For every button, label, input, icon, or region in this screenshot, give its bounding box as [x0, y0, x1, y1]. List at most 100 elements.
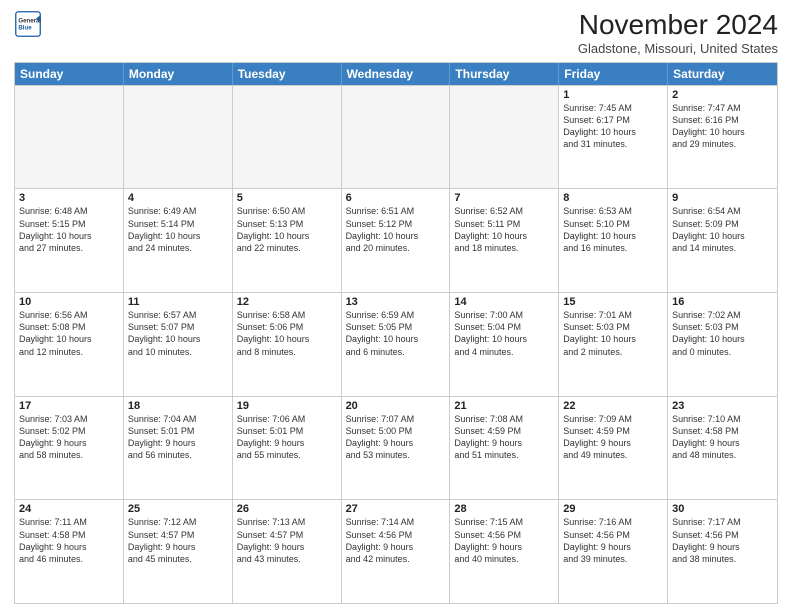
day-info: Sunrise: 7:12 AM Sunset: 4:57 PM Dayligh…	[128, 516, 228, 565]
calendar-cell-2-2: 12Sunrise: 6:58 AM Sunset: 5:06 PM Dayli…	[233, 293, 342, 396]
day-number: 20	[346, 400, 446, 412]
day-info: Sunrise: 6:58 AM Sunset: 5:06 PM Dayligh…	[237, 309, 337, 358]
day-number: 25	[128, 503, 228, 515]
month-title: November 2024	[578, 10, 778, 41]
day-number: 14	[454, 296, 554, 308]
calendar-cell-0-6: 2Sunrise: 7:47 AM Sunset: 6:16 PM Daylig…	[668, 86, 777, 189]
day-info: Sunrise: 6:48 AM Sunset: 5:15 PM Dayligh…	[19, 205, 119, 254]
day-info: Sunrise: 6:57 AM Sunset: 5:07 PM Dayligh…	[128, 309, 228, 358]
day-number: 17	[19, 400, 119, 412]
day-info: Sunrise: 7:11 AM Sunset: 4:58 PM Dayligh…	[19, 516, 119, 565]
title-block: November 2024 Gladstone, Missouri, Unite…	[578, 10, 778, 56]
day-number: 10	[19, 296, 119, 308]
calendar-row-1: 3Sunrise: 6:48 AM Sunset: 5:15 PM Daylig…	[15, 188, 777, 292]
day-info: Sunrise: 6:53 AM Sunset: 5:10 PM Dayligh…	[563, 205, 663, 254]
calendar-cell-1-3: 6Sunrise: 6:51 AM Sunset: 5:12 PM Daylig…	[342, 189, 451, 292]
day-info: Sunrise: 7:16 AM Sunset: 4:56 PM Dayligh…	[563, 516, 663, 565]
day-number: 23	[672, 400, 773, 412]
calendar-cell-3-0: 17Sunrise: 7:03 AM Sunset: 5:02 PM Dayli…	[15, 397, 124, 500]
calendar-cell-0-4	[450, 86, 559, 189]
day-info: Sunrise: 7:03 AM Sunset: 5:02 PM Dayligh…	[19, 413, 119, 462]
calendar-cell-0-0	[15, 86, 124, 189]
weekday-header-tuesday: Tuesday	[233, 63, 342, 85]
calendar-row-2: 10Sunrise: 6:56 AM Sunset: 5:08 PM Dayli…	[15, 292, 777, 396]
day-info: Sunrise: 6:59 AM Sunset: 5:05 PM Dayligh…	[346, 309, 446, 358]
day-number: 7	[454, 192, 554, 204]
day-number: 4	[128, 192, 228, 204]
day-info: Sunrise: 7:00 AM Sunset: 5:04 PM Dayligh…	[454, 309, 554, 358]
day-number: 29	[563, 503, 663, 515]
page: General Blue November 2024 Gladstone, Mi…	[0, 0, 792, 612]
day-info: Sunrise: 7:14 AM Sunset: 4:56 PM Dayligh…	[346, 516, 446, 565]
day-number: 3	[19, 192, 119, 204]
day-info: Sunrise: 6:52 AM Sunset: 5:11 PM Dayligh…	[454, 205, 554, 254]
day-number: 9	[672, 192, 773, 204]
day-info: Sunrise: 7:09 AM Sunset: 4:59 PM Dayligh…	[563, 413, 663, 462]
day-info: Sunrise: 7:10 AM Sunset: 4:58 PM Dayligh…	[672, 413, 773, 462]
calendar-cell-4-4: 28Sunrise: 7:15 AM Sunset: 4:56 PM Dayli…	[450, 500, 559, 603]
logo-icon: General Blue	[14, 10, 42, 38]
day-number: 21	[454, 400, 554, 412]
calendar-cell-1-0: 3Sunrise: 6:48 AM Sunset: 5:15 PM Daylig…	[15, 189, 124, 292]
day-number: 11	[128, 296, 228, 308]
day-info: Sunrise: 6:51 AM Sunset: 5:12 PM Dayligh…	[346, 205, 446, 254]
day-number: 1	[563, 89, 663, 101]
calendar-row-4: 24Sunrise: 7:11 AM Sunset: 4:58 PM Dayli…	[15, 499, 777, 603]
day-number: 18	[128, 400, 228, 412]
calendar-cell-3-5: 22Sunrise: 7:09 AM Sunset: 4:59 PM Dayli…	[559, 397, 668, 500]
calendar-cell-3-1: 18Sunrise: 7:04 AM Sunset: 5:01 PM Dayli…	[124, 397, 233, 500]
weekday-header-sunday: Sunday	[15, 63, 124, 85]
calendar-cell-2-3: 13Sunrise: 6:59 AM Sunset: 5:05 PM Dayli…	[342, 293, 451, 396]
day-info: Sunrise: 7:17 AM Sunset: 4:56 PM Dayligh…	[672, 516, 773, 565]
day-info: Sunrise: 7:07 AM Sunset: 5:00 PM Dayligh…	[346, 413, 446, 462]
calendar-cell-0-5: 1Sunrise: 7:45 AM Sunset: 6:17 PM Daylig…	[559, 86, 668, 189]
day-number: 13	[346, 296, 446, 308]
calendar-cell-4-6: 30Sunrise: 7:17 AM Sunset: 4:56 PM Dayli…	[668, 500, 777, 603]
calendar: SundayMondayTuesdayWednesdayThursdayFrid…	[14, 62, 778, 604]
calendar-cell-2-0: 10Sunrise: 6:56 AM Sunset: 5:08 PM Dayli…	[15, 293, 124, 396]
day-info: Sunrise: 7:02 AM Sunset: 5:03 PM Dayligh…	[672, 309, 773, 358]
logo: General Blue	[14, 10, 42, 38]
weekday-header-saturday: Saturday	[668, 63, 777, 85]
day-number: 27	[346, 503, 446, 515]
day-number: 24	[19, 503, 119, 515]
weekday-header-monday: Monday	[124, 63, 233, 85]
calendar-cell-3-3: 20Sunrise: 7:07 AM Sunset: 5:00 PM Dayli…	[342, 397, 451, 500]
calendar-cell-4-1: 25Sunrise: 7:12 AM Sunset: 4:57 PM Dayli…	[124, 500, 233, 603]
calendar-cell-2-6: 16Sunrise: 7:02 AM Sunset: 5:03 PM Dayli…	[668, 293, 777, 396]
day-info: Sunrise: 6:49 AM Sunset: 5:14 PM Dayligh…	[128, 205, 228, 254]
day-number: 26	[237, 503, 337, 515]
weekday-header-thursday: Thursday	[450, 63, 559, 85]
calendar-cell-0-3	[342, 86, 451, 189]
calendar-cell-4-0: 24Sunrise: 7:11 AM Sunset: 4:58 PM Dayli…	[15, 500, 124, 603]
weekday-header-wednesday: Wednesday	[342, 63, 451, 85]
calendar-cell-0-2	[233, 86, 342, 189]
day-number: 15	[563, 296, 663, 308]
calendar-cell-1-6: 9Sunrise: 6:54 AM Sunset: 5:09 PM Daylig…	[668, 189, 777, 292]
calendar-cell-3-2: 19Sunrise: 7:06 AM Sunset: 5:01 PM Dayli…	[233, 397, 342, 500]
calendar-row-3: 17Sunrise: 7:03 AM Sunset: 5:02 PM Dayli…	[15, 396, 777, 500]
calendar-cell-4-5: 29Sunrise: 7:16 AM Sunset: 4:56 PM Dayli…	[559, 500, 668, 603]
day-number: 6	[346, 192, 446, 204]
calendar-row-0: 1Sunrise: 7:45 AM Sunset: 6:17 PM Daylig…	[15, 85, 777, 189]
header: General Blue November 2024 Gladstone, Mi…	[14, 10, 778, 56]
day-info: Sunrise: 6:50 AM Sunset: 5:13 PM Dayligh…	[237, 205, 337, 254]
calendar-cell-1-5: 8Sunrise: 6:53 AM Sunset: 5:10 PM Daylig…	[559, 189, 668, 292]
calendar-cell-4-2: 26Sunrise: 7:13 AM Sunset: 4:57 PM Dayli…	[233, 500, 342, 603]
calendar-cell-3-4: 21Sunrise: 7:08 AM Sunset: 4:59 PM Dayli…	[450, 397, 559, 500]
day-info: Sunrise: 7:15 AM Sunset: 4:56 PM Dayligh…	[454, 516, 554, 565]
day-number: 2	[672, 89, 773, 101]
day-info: Sunrise: 6:56 AM Sunset: 5:08 PM Dayligh…	[19, 309, 119, 358]
day-number: 28	[454, 503, 554, 515]
calendar-cell-2-1: 11Sunrise: 6:57 AM Sunset: 5:07 PM Dayli…	[124, 293, 233, 396]
calendar-body: 1Sunrise: 7:45 AM Sunset: 6:17 PM Daylig…	[15, 85, 777, 603]
location: Gladstone, Missouri, United States	[578, 41, 778, 56]
day-number: 12	[237, 296, 337, 308]
day-info: Sunrise: 6:54 AM Sunset: 5:09 PM Dayligh…	[672, 205, 773, 254]
day-info: Sunrise: 7:13 AM Sunset: 4:57 PM Dayligh…	[237, 516, 337, 565]
day-number: 30	[672, 503, 773, 515]
day-number: 22	[563, 400, 663, 412]
day-number: 5	[237, 192, 337, 204]
calendar-cell-0-1	[124, 86, 233, 189]
calendar-cell-2-5: 15Sunrise: 7:01 AM Sunset: 5:03 PM Dayli…	[559, 293, 668, 396]
